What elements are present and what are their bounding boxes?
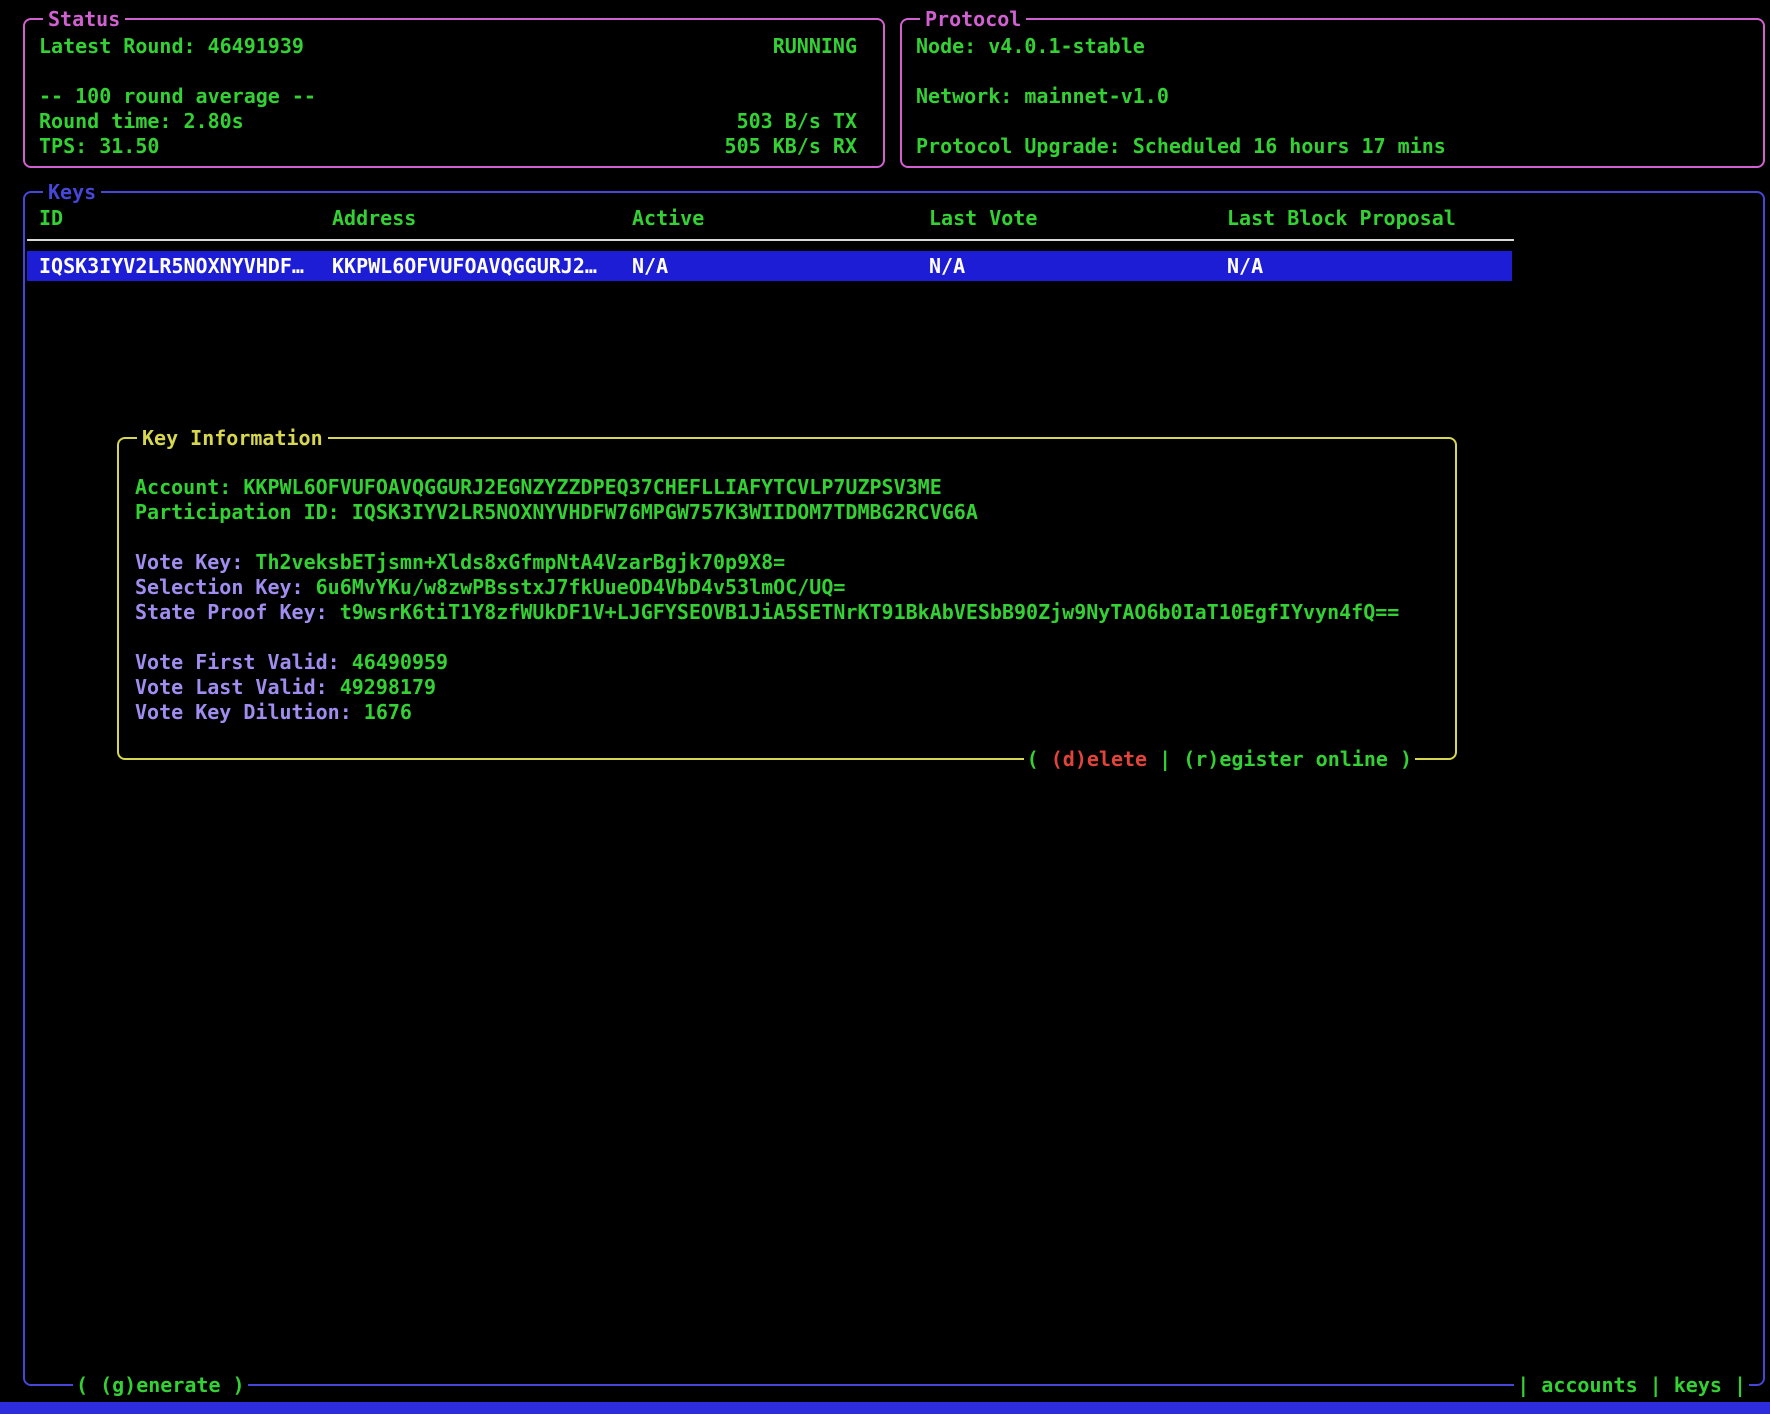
actions-open-paren: ( bbox=[1027, 747, 1051, 771]
vote-first-valid-value: 46490959 bbox=[352, 650, 448, 674]
key-information-title: Key Information bbox=[137, 426, 328, 450]
protocol-panel: Protocol Node: v4.0.1-stable Network: ma… bbox=[900, 18, 1765, 168]
status-panel: Status Latest Round: 46491939 RUNNING --… bbox=[23, 18, 885, 168]
vote-key-dilution-label: Vote Key Dilution: bbox=[135, 700, 352, 724]
state-proof-key-value: t9wsrK6tiT1Y8zfWUkDF1V+LJGFYSEOVB1JiA5SE… bbox=[340, 600, 1400, 624]
generate-button[interactable]: ( (g)enerate ) bbox=[73, 1373, 248, 1397]
vote-key-dilution-line: Vote Key Dilution: 1676 bbox=[135, 700, 1455, 725]
account-line: Account: KKPWL6OFVUFOAVQGGURJ2EGNZYZZDPE… bbox=[135, 475, 1455, 500]
key-information-panel: Key Information Account: KKPWL6OFVUFOAVQ… bbox=[117, 437, 1457, 760]
register-online-action[interactable]: (r)egister online bbox=[1183, 747, 1388, 771]
row-cell-address: KKPWL6OFVUFOAVQGGURJ2… bbox=[332, 251, 632, 281]
network-line: Network: mainnet-v1.0 bbox=[916, 84, 1737, 109]
state-proof-key-line: State Proof Key: t9wsrK6tiT1Y8zfWUkDF1V+… bbox=[135, 600, 1455, 625]
row-cell-active: N/A bbox=[632, 251, 929, 281]
vote-key-line: Vote Key: Th2veksbETjsmn+Xlds8xGfmpNtA4V… bbox=[135, 550, 1455, 575]
keys-panel: Keys ID Address Active Last Vote Last Bl… bbox=[23, 191, 1765, 1386]
network-label: Network: bbox=[916, 84, 1012, 108]
column-header-last-vote: Last Vote bbox=[929, 205, 1227, 231]
protocol-panel-title: Protocol bbox=[920, 7, 1026, 31]
participation-id-label: Participation ID: bbox=[135, 500, 340, 524]
vote-key-value: Th2veksbETjsmn+Xlds8xGfmpNtA4VzarBgjk70p… bbox=[255, 550, 785, 574]
nav-divider: | bbox=[1517, 1373, 1541, 1397]
vote-key-dilution-value: 1676 bbox=[364, 700, 412, 724]
actions-divider: | bbox=[1147, 747, 1183, 771]
row-cell-last-block-proposal: N/A bbox=[1227, 251, 1512, 281]
column-header-address: Address bbox=[332, 205, 632, 231]
protocol-upgrade-value: Scheduled 16 hours 17 mins bbox=[1133, 134, 1446, 158]
round-time-line: Round time: 2.80s 503 B/s TX bbox=[39, 109, 857, 134]
nav-item-keys[interactable]: keys bbox=[1674, 1373, 1722, 1397]
participation-id-line: Participation ID: IQSK3IYV2LR5NOXNYVHDFW… bbox=[135, 500, 1455, 525]
bottom-window-edge bbox=[0, 1402, 1770, 1414]
row-cell-last-vote: N/A bbox=[929, 251, 1227, 281]
participation-id-value: IQSK3IYV2LR5NOXNYVHDFW76MPGW757K3WIIDOM7… bbox=[352, 500, 978, 524]
nav-divider: | bbox=[1638, 1373, 1674, 1397]
selection-key-line: Selection Key: 6u6MvYKu/w8zwPBsstxJ7fkUu… bbox=[135, 575, 1455, 600]
node-tui-app: Status Latest Round: 46491939 RUNNING --… bbox=[0, 0, 1770, 1414]
latest-round: Latest Round: 46491939 bbox=[39, 34, 304, 59]
protocol-upgrade-label: Protocol Upgrade: bbox=[916, 134, 1121, 158]
latest-round-label: Latest Round: bbox=[39, 34, 196, 58]
account-label: Account: bbox=[135, 475, 231, 499]
blank-line bbox=[39, 59, 857, 84]
vote-first-valid-label: Vote First Valid: bbox=[135, 650, 340, 674]
latest-round-line: Latest Round: 46491939 RUNNING bbox=[39, 34, 857, 59]
rx-rate: 505 KB/s RX bbox=[725, 134, 857, 159]
round-average-header: -- 100 round average -- bbox=[39, 84, 857, 109]
round-time-value: 2.80s bbox=[184, 109, 244, 133]
column-header-active: Active bbox=[632, 205, 929, 231]
selection-key-value: 6u6MvYKu/w8zwPBsstxJ7fkUueOD4VbD4v53lmOC… bbox=[316, 575, 846, 599]
table-header-separator bbox=[27, 239, 1514, 241]
tps-label: TPS: bbox=[39, 134, 87, 158]
top-row: Status Latest Round: 46491939 RUNNING --… bbox=[23, 18, 1765, 168]
nav-item-accounts[interactable]: accounts bbox=[1541, 1373, 1637, 1397]
round-time-label: Round time: bbox=[39, 109, 171, 133]
bottom-nav: | accounts | keys | bbox=[1514, 1373, 1749, 1397]
keys-panel-title: Keys bbox=[43, 180, 101, 204]
actions-close-paren: ) bbox=[1388, 747, 1412, 771]
vote-key-label: Vote Key: bbox=[135, 550, 243, 574]
vote-last-valid-label: Vote Last Valid: bbox=[135, 675, 328, 699]
protocol-upgrade-line: Protocol Upgrade: Scheduled 16 hours 17 … bbox=[916, 134, 1737, 159]
latest-round-value: 46491939 bbox=[208, 34, 304, 58]
state-proof-key-label: State Proof Key: bbox=[135, 600, 328, 624]
key-actions: ( (d)elete | (r)egister online ) bbox=[1024, 747, 1415, 771]
table-row[interactable]: IQSK3IYV2LR5NOXNYVHDF… KKPWL6OFVUFOAVQGG… bbox=[27, 251, 1512, 281]
column-header-last-block-proposal: Last Block Proposal bbox=[1227, 205, 1763, 231]
node-version-line: Node: v4.0.1-stable bbox=[916, 34, 1737, 59]
row-cell-id: IQSK3IYV2LR5NOXNYVHDF… bbox=[39, 251, 332, 281]
network-value: mainnet-v1.0 bbox=[1024, 84, 1169, 108]
column-header-id: ID bbox=[39, 205, 332, 231]
node-version-label: Node: bbox=[916, 34, 976, 58]
node-state-badge: RUNNING bbox=[773, 34, 857, 59]
account-value: KKPWL6OFVUFOAVQGGURJ2EGNZYZZDPEQ37CHEFLL… bbox=[243, 475, 941, 499]
status-panel-title: Status bbox=[43, 7, 125, 31]
blank-line bbox=[916, 59, 1737, 84]
blank-line bbox=[135, 525, 1455, 550]
selection-key-label: Selection Key: bbox=[135, 575, 304, 599]
tps-value: 31.50 bbox=[99, 134, 159, 158]
delete-action[interactable]: (d)elete bbox=[1051, 747, 1147, 771]
vote-last-valid-value: 49298179 bbox=[340, 675, 436, 699]
vote-last-valid-line: Vote Last Valid: 49298179 bbox=[135, 675, 1455, 700]
blank-line bbox=[135, 625, 1455, 650]
vote-first-valid-line: Vote First Valid: 46490959 bbox=[135, 650, 1455, 675]
node-version-value: v4.0.1-stable bbox=[988, 34, 1145, 58]
nav-divider: | bbox=[1722, 1373, 1746, 1397]
tx-rate: 503 B/s TX bbox=[737, 109, 857, 134]
keys-table-header: ID Address Active Last Vote Last Block P… bbox=[25, 205, 1763, 231]
tps-line: TPS: 31.50 505 KB/s RX bbox=[39, 134, 857, 159]
round-time: Round time: 2.80s bbox=[39, 109, 244, 134]
blank-line bbox=[916, 109, 1737, 134]
tps: TPS: 31.50 bbox=[39, 134, 159, 159]
